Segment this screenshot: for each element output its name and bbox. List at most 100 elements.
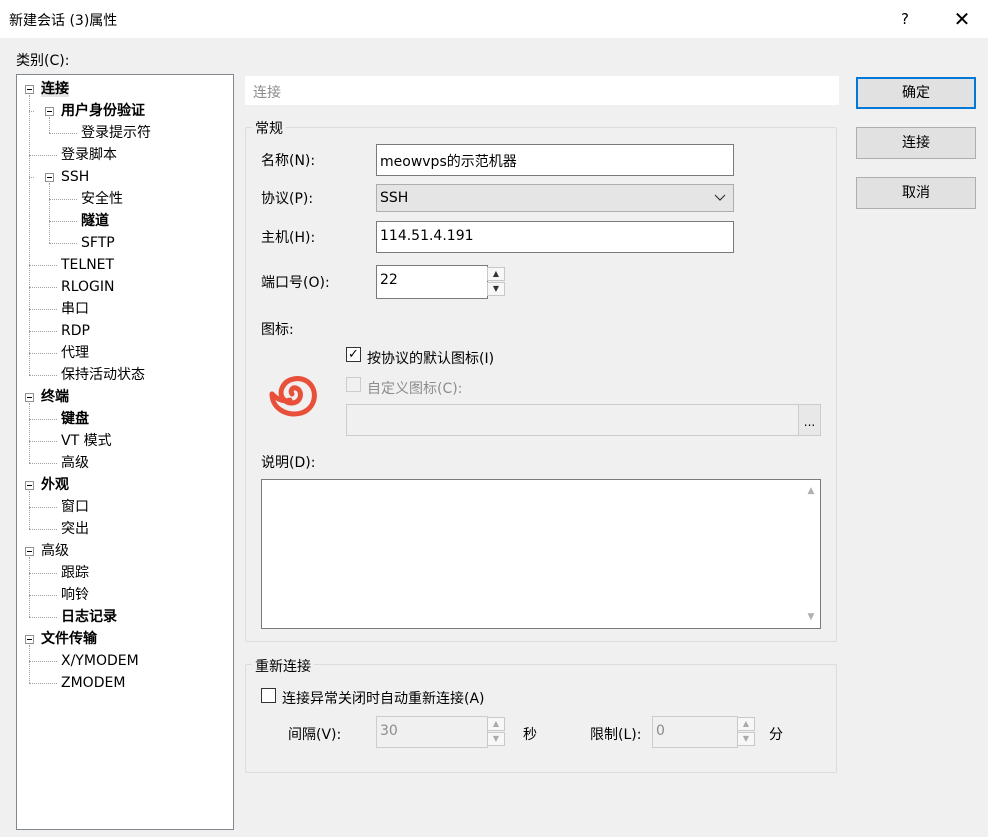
tree-item-label: 日志记录 bbox=[61, 609, 117, 625]
limit-label: 限制(L): bbox=[590, 727, 642, 743]
description-field[interactable]: ▲ ▼ bbox=[261, 479, 821, 629]
title-bar: 新建会话 (3)属性 ? ✕ bbox=[0, 0, 988, 38]
tree-item[interactable]: RLOGIN bbox=[61, 276, 115, 298]
scroll-up-icon[interactable]: ▲ bbox=[802, 482, 820, 500]
tree-item[interactable]: 串口 bbox=[61, 298, 89, 320]
spin-up-icon[interactable]: ▲ bbox=[737, 717, 755, 731]
tree-item[interactable]: 键盘 bbox=[61, 408, 89, 430]
tree-connector bbox=[29, 645, 30, 683]
cancel-button[interactable]: 取消 bbox=[856, 177, 976, 209]
tree-connector bbox=[29, 683, 57, 684]
tree-item[interactable]: 跟踪 bbox=[61, 562, 89, 584]
chevron-down-icon bbox=[714, 194, 726, 201]
ok-button[interactable]: 确定 bbox=[856, 77, 976, 109]
collapse-icon[interactable] bbox=[45, 173, 54, 182]
tree-connector bbox=[29, 595, 57, 596]
tree-item[interactable]: 响铃 bbox=[61, 584, 89, 606]
session-icon bbox=[269, 376, 317, 417]
custom-icon-path-field[interactable]: ... bbox=[346, 404, 821, 436]
tree-connector bbox=[49, 221, 77, 222]
tree-item[interactable]: ZMODEM bbox=[61, 672, 125, 694]
tree-connector bbox=[29, 95, 30, 375]
tree-item-label: SFTP bbox=[81, 235, 115, 251]
name-field[interactable]: meowvps的示范机器 bbox=[376, 144, 734, 176]
spin-down-icon[interactable]: ▼ bbox=[737, 732, 755, 746]
connect-button[interactable]: 连接 bbox=[856, 127, 976, 159]
tree-item-label: 终端 bbox=[41, 389, 69, 405]
collapse-icon[interactable] bbox=[45, 107, 54, 116]
tree-item-label: 高级 bbox=[41, 543, 69, 559]
scroll-down-icon[interactable]: ▼ bbox=[802, 608, 820, 626]
tree-item[interactable]: SFTP bbox=[81, 232, 115, 254]
tree-item-label: 安全性 bbox=[81, 191, 123, 207]
tree-item[interactable]: 代理 bbox=[61, 342, 89, 364]
tree-item[interactable]: RDP bbox=[61, 320, 90, 342]
custom-icon-checkbox[interactable] bbox=[346, 377, 361, 392]
tree-item-label: RDP bbox=[61, 323, 90, 339]
tree-item-label: 登录提示符 bbox=[81, 125, 151, 141]
collapse-icon[interactable] bbox=[25, 547, 34, 556]
tree-item-label: X/YMODEM bbox=[61, 653, 139, 669]
auto-reconnect-checkbox[interactable] bbox=[261, 688, 276, 703]
tree-item-label: 隧道 bbox=[81, 213, 109, 229]
tree-item[interactable]: 安全性 bbox=[81, 188, 123, 210]
protocol-select[interactable]: SSH bbox=[376, 184, 734, 212]
tree-connector bbox=[29, 265, 57, 266]
tree-item[interactable]: 登录提示符 bbox=[81, 122, 151, 144]
host-field[interactable]: 114.51.4.191 bbox=[376, 221, 734, 253]
icon-label: 图标: bbox=[261, 322, 294, 338]
tree-connector bbox=[49, 199, 77, 200]
tree-item-label: 代理 bbox=[61, 345, 89, 361]
tree-item[interactable]: 突出 bbox=[61, 518, 89, 540]
tree-item[interactable]: 登录脚本 bbox=[61, 144, 117, 166]
panel-header: 连接 bbox=[245, 76, 839, 105]
tree-item-label: 文件传输 bbox=[41, 631, 97, 647]
tree-item-label: 串口 bbox=[61, 301, 89, 317]
tree-item-label: 突出 bbox=[61, 521, 89, 537]
tree-item[interactable]: VT 模式 bbox=[61, 430, 112, 452]
tree-item[interactable]: 文件传输 bbox=[41, 628, 97, 650]
tree-item[interactable]: 窗口 bbox=[61, 496, 89, 518]
tree-connector bbox=[29, 573, 57, 574]
tree-connector bbox=[29, 463, 57, 464]
tree-connector bbox=[29, 155, 57, 156]
tree-item[interactable]: 用户身份验证 bbox=[61, 100, 145, 122]
tree-item[interactable]: 保持活动状态 bbox=[61, 364, 145, 386]
tree-item[interactable]: SSH bbox=[61, 166, 89, 188]
spin-up-icon[interactable]: ▲ bbox=[487, 717, 505, 731]
tree-item-label: VT 模式 bbox=[61, 433, 112, 449]
tree-connector bbox=[29, 441, 57, 442]
category-tree[interactable]: 连接 用户身份验证登录提示符登录脚本 SSH 安全性隧道 SFTP TELNET RLOGI… bbox=[16, 74, 234, 830]
spin-down-icon[interactable]: ▼ bbox=[487, 732, 505, 746]
port-field[interactable]: 22 bbox=[376, 265, 488, 299]
collapse-icon[interactable] bbox=[25, 635, 34, 644]
tree-item[interactable]: 外观 bbox=[41, 474, 69, 496]
spin-down-icon[interactable]: ▼ bbox=[487, 282, 505, 296]
default-icon-label: 按协议的默认图标(I) bbox=[367, 351, 495, 367]
close-button[interactable]: ✕ bbox=[944, 4, 980, 34]
interval-field[interactable]: 30 bbox=[376, 716, 488, 748]
tree-item[interactable]: 高级 bbox=[41, 540, 69, 562]
collapse-icon[interactable] bbox=[25, 393, 34, 402]
tree-item[interactable]: 隧道 bbox=[81, 210, 109, 232]
default-icon-checkbox[interactable]: ✓ bbox=[346, 347, 361, 362]
limit-unit: 分 bbox=[769, 727, 783, 743]
tree-item[interactable]: 终端 bbox=[41, 386, 69, 408]
limit-field[interactable]: 0 bbox=[652, 716, 738, 748]
collapse-icon[interactable] bbox=[25, 85, 34, 94]
browse-button[interactable]: ... bbox=[798, 405, 820, 435]
tree-item[interactable]: 连接 bbox=[41, 78, 69, 100]
tree-item-label: SSH bbox=[61, 169, 90, 185]
tree-item[interactable]: TELNET bbox=[61, 254, 114, 276]
description-scrollbar[interactable]: ▲ ▼ bbox=[802, 480, 820, 628]
custom-icon-label: 自定义图标(C): bbox=[367, 381, 463, 397]
tree-item[interactable]: 高级 bbox=[61, 452, 89, 474]
general-group-title: 常规 bbox=[252, 118, 286, 138]
tree-item[interactable]: 日志记录 bbox=[61, 606, 117, 628]
tree-connector bbox=[29, 353, 57, 354]
help-button[interactable]: ? bbox=[890, 6, 920, 32]
spin-up-icon[interactable]: ▲ bbox=[487, 267, 505, 281]
tree-item[interactable]: X/YMODEM bbox=[61, 650, 139, 672]
tree-item-label: TELNET bbox=[61, 257, 115, 273]
collapse-icon[interactable] bbox=[25, 481, 34, 490]
